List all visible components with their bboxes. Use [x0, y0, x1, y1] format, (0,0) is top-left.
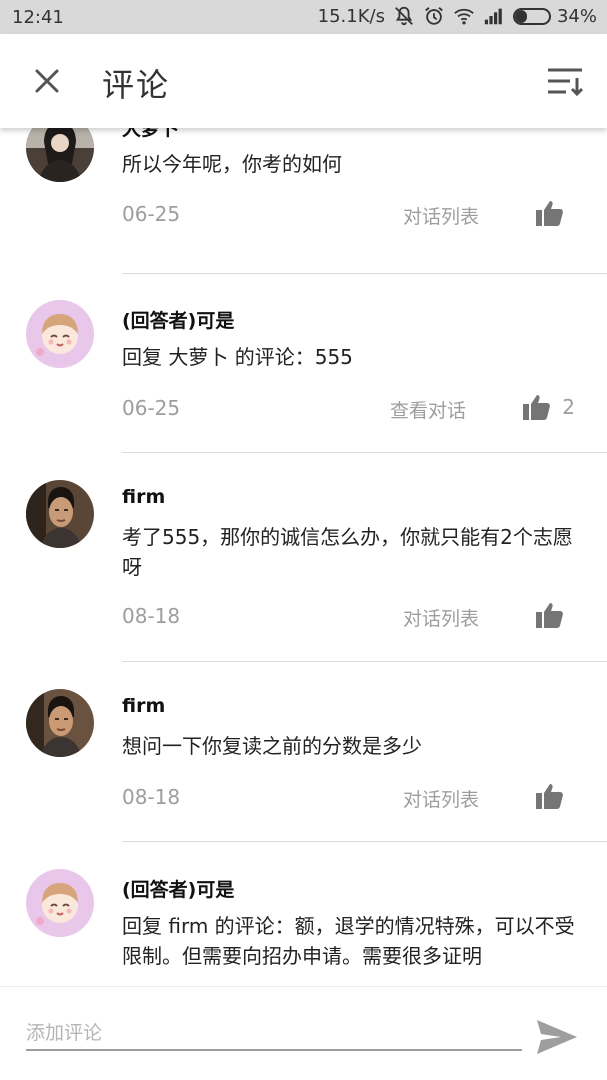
- send-icon[interactable]: [535, 1017, 579, 1057]
- comment-date: 06-25: [122, 202, 181, 226]
- status-icons: 15.1K/s 34%: [318, 5, 597, 27]
- comment-date: 08-18: [122, 785, 181, 809]
- comment-text: 回复 firm 的评论：额，退学的情况特殊，可以不受限制。但需要向招办申请。需要…: [122, 914, 575, 968]
- conversation-list-link[interactable]: 对话列表: [403, 785, 479, 812]
- like-button[interactable]: [535, 600, 575, 630]
- avatar[interactable]: [26, 869, 94, 937]
- avatar[interactable]: [26, 480, 94, 548]
- signal-icon: [484, 8, 502, 25]
- comment-text: 想问一下你复读之前的分数是多少: [122, 734, 422, 758]
- divider: [122, 661, 607, 662]
- battery-percent: 34%: [556, 5, 597, 27]
- comment-author[interactable]: (回答者)可是: [122, 875, 234, 902]
- like-button[interactable]: 2: [522, 392, 575, 422]
- conversation-list-link[interactable]: 对话列表: [403, 202, 479, 229]
- comment-date: 08-18: [122, 604, 181, 628]
- comment-list[interactable]: 大萝卜 所以今年呢，你考的如何 06-25 对话列表 (回答者)可是 回复 大萝…: [0, 128, 607, 986]
- alarm-icon: [425, 7, 443, 25]
- comment-text: 所以今年呢，你考的如何: [122, 152, 342, 176]
- app-bar: 评论: [0, 34, 607, 128]
- comment-text: 考了555，那你的诚信怎么办，你就只能有2个志愿呀: [122, 525, 573, 579]
- status-bar: 12:41 15.1K/s 34%: [0, 0, 607, 34]
- thumbs-up-icon: [523, 395, 551, 420]
- close-icon[interactable]: [30, 64, 64, 98]
- status-time: 12:41: [12, 7, 64, 28]
- like-button[interactable]: [535, 781, 575, 811]
- divider: [122, 841, 607, 842]
- conversation-list-link[interactable]: 对话列表: [403, 604, 479, 631]
- thumbs-up-icon: [536, 201, 563, 226]
- comment-author[interactable]: (回答者)可是: [122, 306, 234, 333]
- comment-author[interactable]: firm: [122, 695, 165, 717]
- avatar[interactable]: [26, 128, 94, 182]
- divider: [122, 452, 607, 453]
- mute-icon: [395, 6, 413, 26]
- thumbs-up-icon: [536, 784, 563, 809]
- comment-author[interactable]: 大萝卜: [122, 128, 179, 141]
- page-title: 评论: [102, 66, 171, 104]
- comment-date: 06-25: [122, 396, 181, 420]
- avatar[interactable]: [26, 300, 94, 368]
- avatar[interactable]: [26, 689, 94, 757]
- comment-input-bar: [0, 986, 607, 1080]
- divider: [122, 273, 607, 274]
- comment-text: 回复 大萝卜 的评论：555: [122, 345, 353, 369]
- battery-fill: [514, 9, 527, 23]
- battery-icon: [512, 7, 551, 25]
- sort-icon[interactable]: [545, 64, 585, 98]
- like-count: 2: [562, 395, 575, 419]
- wifi-icon: [454, 8, 474, 25]
- view-conversation-link[interactable]: 查看对话: [390, 396, 466, 423]
- comment-input[interactable]: [26, 1017, 522, 1051]
- like-button[interactable]: [535, 198, 575, 228]
- thumbs-up-icon: [536, 603, 563, 628]
- comment-author[interactable]: firm: [122, 486, 165, 508]
- battery-indicator: 34%: [512, 5, 597, 27]
- network-speed: 15.1K/s: [317, 5, 385, 27]
